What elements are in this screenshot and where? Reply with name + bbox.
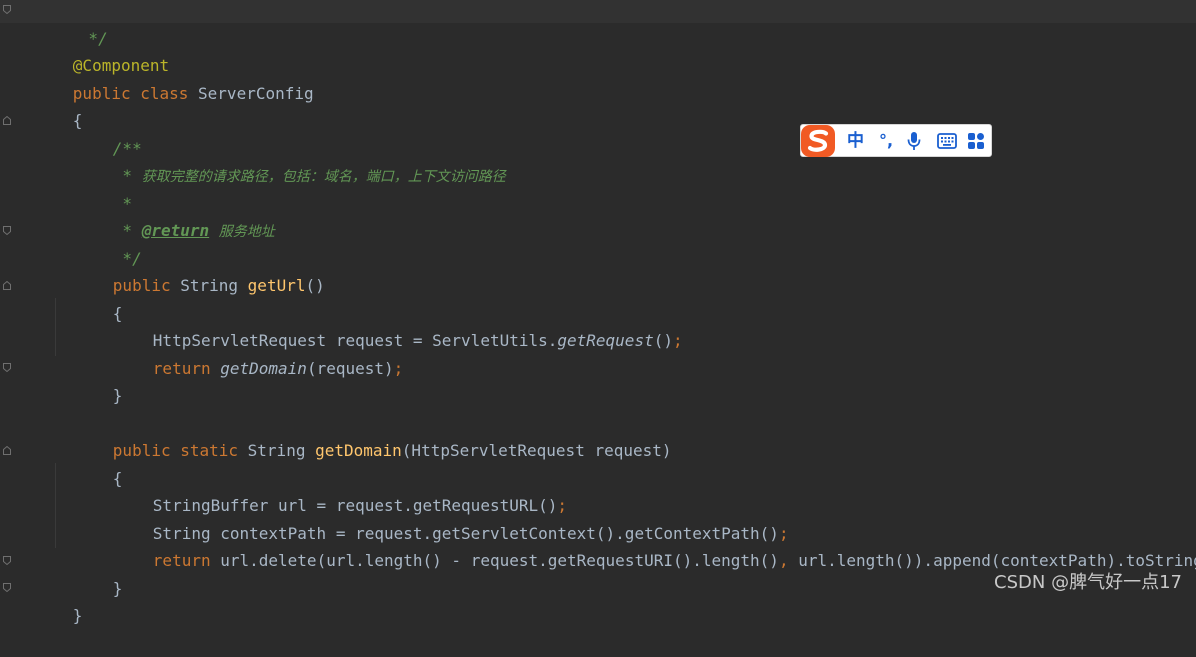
- fold-end-icon[interactable]: [3, 5, 11, 14]
- ime-toolbar[interactable]: 中 °,: [800, 124, 992, 157]
- doc-comment: [209, 221, 219, 240]
- apps-grid-icon[interactable]: [967, 132, 985, 154]
- keyword: return: [152, 358, 221, 378]
- code-editor[interactable]: */ @Component public class ServerConfig …: [0, 0, 1196, 625]
- keyword: public static: [112, 441, 248, 460]
- doc-comment-text: 服务地址: [218, 224, 275, 240]
- static-method-call: getDomain: [220, 358, 307, 378]
- class-name: ServerConfig: [198, 83, 314, 103]
- keyword: return: [152, 551, 221, 570]
- code-line-13: return getDomain(request);: [95, 327, 403, 378]
- comma: ,: [778, 551, 799, 570]
- code-line-14: }: [55, 355, 123, 405]
- static-method-call: getRequest: [557, 331, 654, 350]
- code-line-2: @Component: [15, 25, 169, 75]
- microphone-icon[interactable]: [907, 131, 921, 153]
- doc-tag: @return: [141, 221, 210, 240]
- statement: url.length()).append(contextPath).toStri…: [798, 551, 1196, 570]
- code-line-9: */: [55, 217, 141, 268]
- parens: (): [305, 276, 325, 295]
- statement: url.delete(url.length() - request.getReq…: [220, 551, 779, 570]
- code-line-11: {: [55, 272, 123, 323]
- sogou-logo[interactable]: [799, 121, 839, 161]
- brace: }: [112, 578, 123, 598]
- fold-end-icon[interactable]: [3, 556, 11, 565]
- fold-start-icon[interactable]: [3, 446, 11, 455]
- code-line-19: String contextPath = request.getServletC…: [95, 492, 789, 543]
- watermark: CSDN @脾气好一点17: [994, 572, 1182, 593]
- code-line-18: StringBuffer url = request.getRequestURL…: [95, 465, 567, 515]
- parens: (): [653, 331, 673, 350]
- semicolon: ;: [393, 358, 404, 378]
- code-line-16: public static String getDomain(HttpServl…: [55, 410, 672, 460]
- ime-punctuation-toggle[interactable]: °,: [879, 130, 893, 152]
- type-name: String: [180, 276, 248, 295]
- code-line-10: public String getUrl(): [55, 245, 325, 295]
- fold-start-icon[interactable]: [3, 116, 11, 125]
- code-line-8: * @return 服务地址: [55, 190, 274, 240]
- keyword: public: [112, 276, 181, 295]
- code-line-21: }: [55, 547, 123, 598]
- code-line-22: }: [15, 575, 83, 625]
- code-line-17: {: [55, 437, 123, 488]
- code-line-12: HttpServletRequest request = ServletUtil…: [95, 300, 683, 350]
- code-line-3: public class ServerConfig: [15, 52, 314, 103]
- semicolon: ;: [672, 331, 683, 350]
- code-line-20: return url.delete(url.length() - request…: [95, 520, 1196, 570]
- keyword: public class: [72, 83, 199, 103]
- fold-start-icon[interactable]: [3, 281, 11, 290]
- editor-gutter: [0, 0, 16, 605]
- code-line-5: /**: [55, 107, 142, 158]
- arguments: (request): [306, 358, 394, 378]
- code-line-6: * 获取完整的请求路径，包括：域名，端口，上下文访问路径: [55, 135, 505, 185]
- keyboard-icon[interactable]: [937, 133, 957, 155]
- method-name: getUrl: [247, 276, 306, 295]
- code-line-4: {: [15, 80, 83, 130]
- ime-mode-toggle[interactable]: 中: [847, 130, 864, 152]
- fold-end-icon[interactable]: [3, 226, 11, 235]
- brace: }: [112, 386, 123, 405]
- code-line-7: *: [55, 162, 132, 213]
- doc-comment-text: 获取完整的请求路径，包括：域名，端口，上下文访问路径: [141, 169, 506, 185]
- fold-end-icon[interactable]: [3, 583, 11, 592]
- method-name: getDomain: [315, 441, 402, 460]
- parameters: (HttpServletRequest request): [401, 441, 672, 460]
- current-line-highlight: [0, 0, 1196, 23]
- brace: }: [72, 606, 83, 625]
- type-name: String: [247, 441, 316, 460]
- code-line-1: */: [21, 0, 107, 48]
- fold-end-icon[interactable]: [3, 363, 11, 372]
